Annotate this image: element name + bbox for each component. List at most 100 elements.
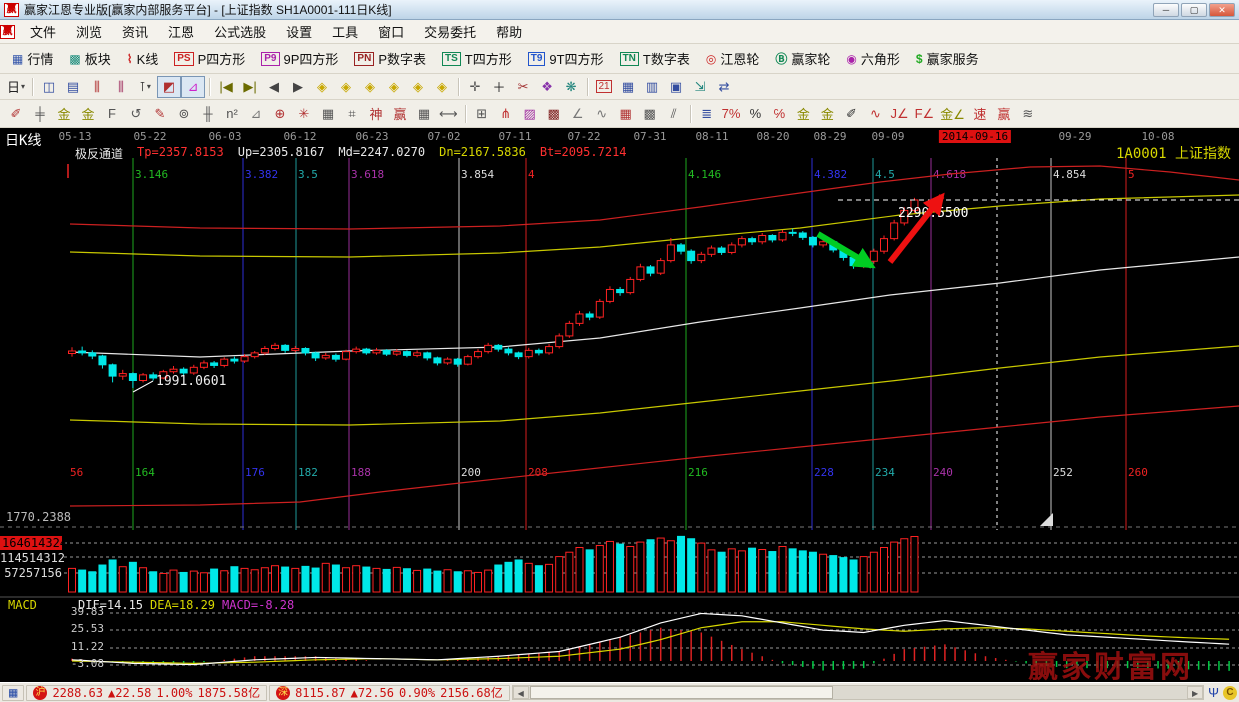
info-document-button[interactable]: ▤	[61, 76, 85, 98]
last-page-button[interactable]: ▶|	[238, 76, 262, 98]
percent-7-tool[interactable]: 7%	[719, 103, 744, 125]
maximize-button[interactable]: ▢	[1181, 3, 1207, 17]
wave-tool[interactable]: ∿	[863, 103, 887, 125]
candle-style-dropdown[interactable]: ⊺▾	[133, 76, 157, 98]
prev-page-button[interactable]: ◀	[262, 76, 286, 98]
winner-service-button[interactable]: $赢家服务	[908, 45, 987, 72]
gann-fit-button[interactable]: ◈	[430, 76, 454, 98]
grid-a-tool[interactable]: ▦	[614, 103, 638, 125]
trend-chart-button[interactable]: ◫	[37, 76, 61, 98]
gold-angle-tool[interactable]: 金∠	[937, 103, 968, 125]
calculator-button[interactable]: ▦	[616, 76, 640, 98]
dark-box-tool[interactable]: ▩	[542, 103, 566, 125]
grid-b-tool[interactable]: ▩	[638, 103, 662, 125]
gold-line-tool[interactable]: 金	[815, 103, 839, 125]
percent-tool[interactable]: %	[743, 103, 767, 125]
box-frame-tool[interactable]: ⊞	[470, 103, 494, 125]
gold-circle-tool[interactable]: 金	[791, 103, 815, 125]
shen-tool[interactable]: 神	[364, 103, 388, 125]
angle-tool[interactable]: ⊿	[244, 103, 268, 125]
hatch-box-tool[interactable]: ▨	[518, 103, 542, 125]
gann-right-button[interactable]: ◈	[334, 76, 358, 98]
t-number-table-button[interactable]: TNT数字表	[612, 45, 698, 72]
curve-tool[interactable]: ≋	[1016, 103, 1040, 125]
gann-vexpand-button[interactable]: ◈	[406, 76, 430, 98]
n-square-tool[interactable]: n²	[220, 103, 244, 125]
bars-3-button[interactable]: ⫼	[85, 76, 109, 98]
target-tool[interactable]: ⊕	[268, 103, 292, 125]
web-tool[interactable]: ✳	[292, 103, 316, 125]
hexagon-button[interactable]: ◉六角形	[838, 45, 908, 72]
calendar-button[interactable]: 21	[592, 76, 616, 98]
parallel-tool[interactable]: ⫽	[662, 103, 686, 125]
next-page-button[interactable]: ▶	[286, 76, 310, 98]
menu-item[interactable]: 帮助	[486, 19, 532, 44]
market-grid-cell[interactable]: ▦	[2, 685, 24, 701]
menu-item[interactable]: 江恩	[158, 19, 204, 44]
close-button[interactable]: ✕	[1209, 3, 1235, 17]
indicator-name[interactable]: 极反通道	[75, 145, 123, 158]
span-arrow-tool[interactable]: ⟷	[436, 103, 461, 125]
gann-left-button[interactable]: ◈	[310, 76, 334, 98]
gann-hshrink-button[interactable]: ◈	[382, 76, 406, 98]
f-angle-tool[interactable]: F∠	[912, 103, 938, 125]
j-angle-tool[interactable]: J∠	[887, 103, 911, 125]
period-daily-dropdown[interactable]: 日▾	[4, 76, 28, 98]
ruler-123-tool[interactable]: ▦	[412, 103, 436, 125]
pane-resize-marker[interactable]	[1040, 513, 1053, 526]
save-button[interactable]: ▣	[664, 76, 688, 98]
macd-name[interactable]: MACD	[8, 598, 37, 612]
gann-wheel-button[interactable]: ◎江恩轮	[698, 45, 768, 72]
scroll-left-button[interactable]: ◀	[513, 686, 529, 699]
export-button[interactable]: ⇲	[688, 76, 712, 98]
quotes-button[interactable]: ▦行情	[4, 45, 61, 72]
crosshair-button[interactable]: ＋	[487, 76, 511, 98]
zigzag-tool[interactable]: ∿	[590, 103, 614, 125]
cycle-analysis-button[interactable]: ❋	[559, 76, 583, 98]
pan-hand-button[interactable]: ✛	[463, 76, 487, 98]
percent-line-tool[interactable]: ℅	[767, 103, 791, 125]
bars-9-button[interactable]: ⫼	[109, 76, 133, 98]
ying-lines-tool[interactable]: 赢	[992, 103, 1016, 125]
nine-p-square-button[interactable]: P99P四方形	[253, 45, 346, 72]
menu-item[interactable]: 公式选股	[204, 19, 276, 44]
scrollbar-track[interactable]	[529, 686, 1187, 699]
first-page-button[interactable]: |◀	[214, 76, 238, 98]
fibonacci-tool[interactable]: F	[100, 103, 124, 125]
trend-angle-tool[interactable]: ∠	[566, 103, 590, 125]
menu-item[interactable]: 文件	[20, 19, 66, 44]
speed-lines-tool[interactable]: 速	[968, 103, 992, 125]
mark-pen-tool[interactable]: ✎	[148, 103, 172, 125]
menu-item[interactable]: 工具	[322, 19, 368, 44]
shenzhen-quote[interactable]: 深 8115.87 ▲72.56 0.90% 2156.68亿	[269, 685, 510, 701]
nine-t-square-button[interactable]: T99T四方形	[520, 45, 612, 72]
square-grid-tool[interactable]: ▦	[316, 103, 340, 125]
gann-web-button[interactable]: ❖	[535, 76, 559, 98]
split-tool[interactable]: ⌗	[340, 103, 364, 125]
spiral-tool[interactable]: ↺	[124, 103, 148, 125]
gann-grid-tool[interactable]: ╪	[28, 103, 52, 125]
brush-tool[interactable]: ✐	[839, 103, 863, 125]
p-square-button[interactable]: PSP四方形	[166, 45, 253, 72]
t-square-button[interactable]: TST四方形	[434, 45, 520, 72]
cut-button[interactable]: ✂	[511, 76, 535, 98]
draw-pen-tool[interactable]: ✐	[4, 103, 28, 125]
gann-hexpand-button[interactable]: ◈	[358, 76, 382, 98]
kline-button[interactable]: ⌇K线	[119, 45, 167, 72]
menu-item[interactable]: 资讯	[112, 19, 158, 44]
menu-item[interactable]: 设置	[276, 19, 322, 44]
menu-item[interactable]: 窗口	[368, 19, 414, 44]
gold-grid-tool[interactable]: 金	[52, 103, 76, 125]
sector-button[interactable]: ▩板块	[61, 45, 118, 72]
notes-button[interactable]: ▥	[640, 76, 664, 98]
color-sort-button[interactable]: ⊿	[181, 76, 205, 98]
horizontal-scrollbar[interactable]: ◀ ▶	[512, 685, 1204, 700]
fan-lines-tool[interactable]: ⋔	[494, 103, 518, 125]
gold-box-tool[interactable]: 金	[76, 103, 100, 125]
gann-circle-tool[interactable]: ⊚	[172, 103, 196, 125]
transfer-button[interactable]: ⇄	[712, 76, 736, 98]
minimize-button[interactable]: ─	[1153, 3, 1179, 17]
winner-wheel-button[interactable]: Ⓑ赢家轮	[767, 45, 838, 72]
ying-tool[interactable]: 赢	[388, 103, 412, 125]
p-number-table-button[interactable]: PNP数字表	[346, 45, 434, 72]
